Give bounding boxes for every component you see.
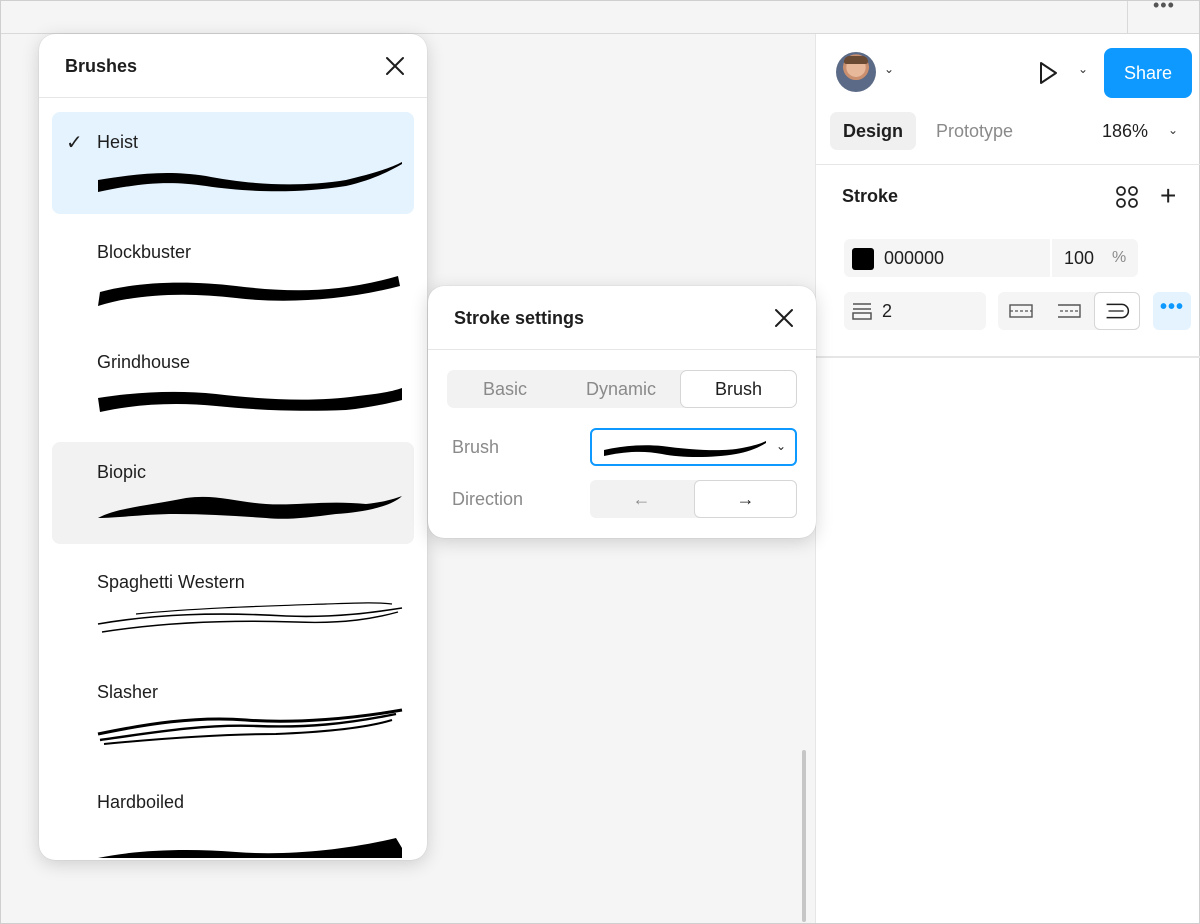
play-icon[interactable] xyxy=(1032,58,1062,88)
stroke-cap-round-icon[interactable] xyxy=(1094,292,1140,330)
brush-label: Brush xyxy=(452,437,500,457)
properties-panel: ⌄ ⌄ Share Design Prototype 186% ⌄ Stroke… xyxy=(815,34,1200,923)
brushes-panel: Brushes ✓ Heist Blockbuster Grindhouse B… xyxy=(39,34,427,860)
brush-option-biopic[interactable]: Biopic xyxy=(52,442,414,544)
zoom-level[interactable]: 186% xyxy=(1102,112,1148,150)
section-divider xyxy=(816,356,1200,358)
stroke-settings-title: Stroke settings xyxy=(454,308,585,328)
top-bar: ••• xyxy=(1,0,1199,34)
brush-option-grindhouse[interactable]: Grindhouse xyxy=(52,332,414,434)
brush-name: Grindhouse xyxy=(97,352,191,372)
direction-right-arrow-icon[interactable]: → xyxy=(694,480,797,518)
top-bar-divider xyxy=(1127,1,1128,34)
blockbuster-brush-preview xyxy=(98,276,400,306)
zoom-chevron-down-icon[interactable]: ⌄ xyxy=(1168,123,1178,137)
color-hex-input[interactable]: 000000 xyxy=(884,239,944,277)
brush-option-spaghetti-western[interactable]: Spaghetti Western xyxy=(52,552,414,654)
brush-name: Heist xyxy=(97,132,139,152)
color-swatch[interactable] xyxy=(852,248,874,270)
brush-name: Slasher xyxy=(97,682,159,702)
stroke-type-tabs: Basic Dynamic Brush xyxy=(447,370,797,408)
tab-dynamic[interactable]: Dynamic xyxy=(563,370,679,408)
spaghetti-western-brush-preview xyxy=(97,602,403,633)
brush-name: Biopic xyxy=(97,462,147,482)
share-button[interactable]: Share xyxy=(1104,48,1192,98)
tab-brush[interactable]: Brush xyxy=(680,370,797,408)
panel-divider xyxy=(816,164,1200,165)
stroke-weight-field[interactable]: 2 xyxy=(844,292,986,330)
add-stroke-plus-icon[interactable]: + xyxy=(1160,182,1176,210)
check-icon: ✓ xyxy=(66,132,83,154)
color-field-separator xyxy=(1050,239,1052,277)
brush-select[interactable]: ⌄ xyxy=(590,428,797,466)
stroke-cap-none-icon[interactable] xyxy=(998,292,1044,330)
hardboiled-brush-preview xyxy=(98,838,402,858)
stroke-weight-icon xyxy=(852,303,872,320)
tab-prototype[interactable]: Prototype xyxy=(936,112,1013,150)
brush-option-blockbuster[interactable]: Blockbuster xyxy=(52,222,414,324)
brush-name: Blockbuster xyxy=(97,242,192,262)
stroke-settings-popup: Stroke settings Basic Dynamic Brush Brus… xyxy=(428,286,816,538)
stroke-cap-group xyxy=(998,292,1140,330)
canvas-scrollbar[interactable] xyxy=(802,750,806,922)
direction-left-arrow-icon[interactable]: ← xyxy=(590,480,693,518)
direction-toggle: ← → xyxy=(590,480,797,518)
opacity-unit: % xyxy=(1112,249,1127,266)
brush-option-heist[interactable]: ✓ Heist xyxy=(52,112,414,214)
stroke-cap-square-icon[interactable] xyxy=(1046,292,1092,330)
stroke-settings-divider xyxy=(428,349,816,350)
stroke-color-field[interactable]: 000000 100 % xyxy=(844,239,1138,277)
stroke-section-title: Stroke xyxy=(842,186,899,206)
brushes-panel-title: Brushes xyxy=(65,56,138,76)
direction-label: Direction xyxy=(452,489,524,509)
stroke-weight-input[interactable]: 2 xyxy=(882,292,892,330)
brush-name: Hardboiled xyxy=(97,792,185,812)
chevron-down-icon: ⌄ xyxy=(776,439,787,453)
grindhouse-brush-preview xyxy=(98,388,402,412)
slasher-brush-preview xyxy=(97,708,403,745)
heist-brush-preview xyxy=(98,162,402,192)
close-icon[interactable] xyxy=(383,54,407,78)
brushes-panel-divider xyxy=(39,97,427,98)
more-dots-icon[interactable]: ••• xyxy=(1153,0,1175,16)
user-avatar[interactable] xyxy=(836,52,876,92)
selected-brush-preview xyxy=(604,441,766,457)
brush-option-hardboiled[interactable]: Hardboiled xyxy=(52,772,414,860)
more-stroke-options-button[interactable]: ••• xyxy=(1153,292,1191,330)
brush-option-slasher[interactable]: Slasher xyxy=(52,662,414,764)
brush-name: Spaghetti Western xyxy=(97,572,245,592)
biopic-brush-preview xyxy=(98,496,402,519)
play-chevron-down-icon[interactable]: ⌄ xyxy=(1078,62,1088,76)
opacity-input[interactable]: 100 xyxy=(1064,239,1094,277)
avatar-chevron-down-icon[interactable]: ⌄ xyxy=(884,62,894,76)
close-icon[interactable] xyxy=(772,306,796,330)
tab-design[interactable]: Design xyxy=(830,112,916,150)
styles-grid-icon[interactable] xyxy=(1114,184,1140,210)
tab-basic[interactable]: Basic xyxy=(447,370,563,408)
